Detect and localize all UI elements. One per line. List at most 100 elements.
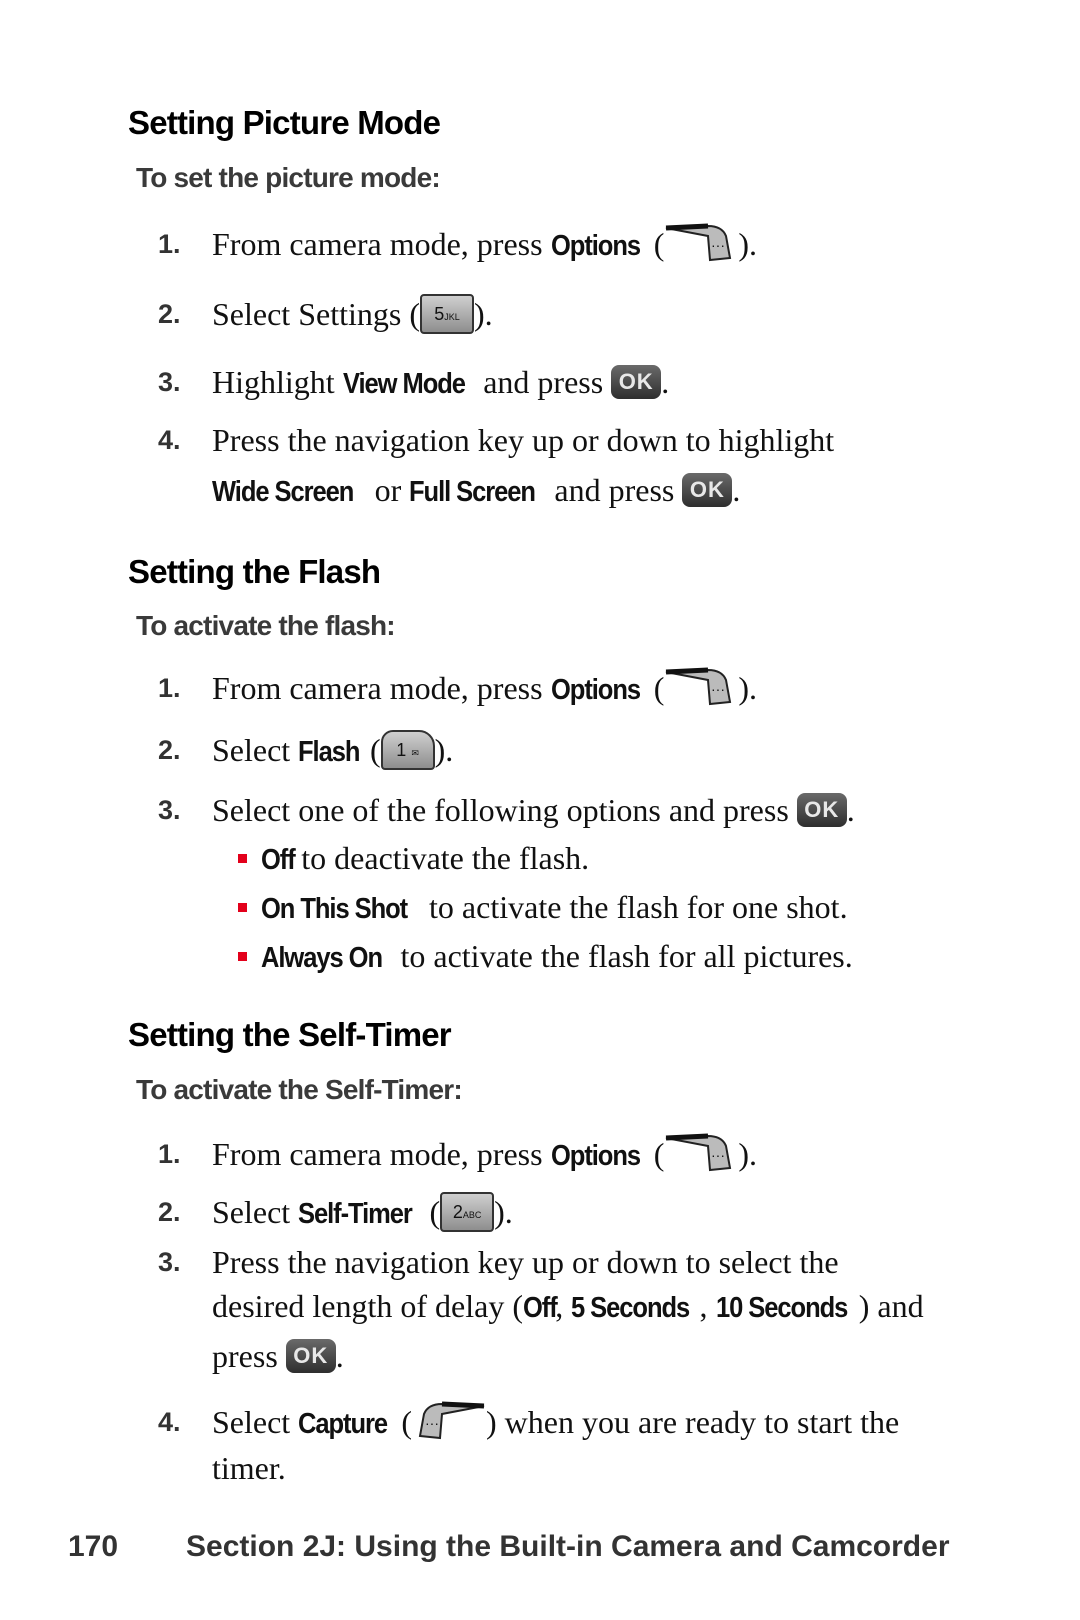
step-text-end: ). [738,226,758,262]
step-number: 1. [158,673,181,703]
section-title: Setting the Self-Timer [128,1016,452,1053]
paren: ( [645,226,665,262]
step-text: timer. [212,1449,286,1486]
step-number: 2. [158,1197,181,1227]
step-text: From camera mode, press [212,670,551,706]
step-text: Select one of the following options and … [212,792,797,828]
step-text: Highlight [212,364,343,400]
step-bold: Flash [298,736,360,768]
step-bold: Options [550,674,641,706]
bullet-icon [238,952,247,962]
step-text-end: ). [473,296,493,332]
step-bold: Capture [298,1408,388,1440]
paren: ( [361,732,381,768]
svg-text:···: ··· [425,1415,439,1431]
options-softkey-icon: ··· [664,666,738,706]
section-subtitle: To activate the flash: [136,610,396,641]
key-label: 2 [452,1201,463,1222]
bullet-icon [238,854,247,864]
step-text: ) and [858,1288,924,1325]
section-subtitle: To activate the Self-Timer: [136,1074,463,1105]
section-title: Setting the Flash [128,553,381,590]
step-text-end: ) when you are ready to start the [486,1404,900,1440]
step-text-end: . [732,472,741,509]
option-item: Always On to activate the flash for all … [238,938,853,975]
ok-key-icon: OK [796,792,847,827]
key-sublabel: JKL [444,311,460,322]
options-glyph: ··· [711,237,725,253]
separator: , [555,1288,572,1325]
step-bold: View Mode [342,368,466,400]
key-label: 5 [434,303,445,324]
section-subtitle: To set the picture mode: [136,162,441,193]
step-number: 1. [158,229,181,259]
step-text-end: . [335,1338,344,1375]
step-text: Select [212,1194,299,1230]
option-desc: to deactivate the flash. [293,840,590,876]
step-text: Select [212,732,299,768]
separator: , [699,1288,716,1325]
step-bold: Full Screen [409,476,536,509]
step-text: or [366,472,410,509]
step-number: 3. [158,1247,181,1277]
step-text: desired length of delay ( [212,1288,523,1325]
step-bold: Wide Screen [212,476,354,509]
ok-key-icon: OK [682,472,733,507]
step-text-end: . [661,364,670,400]
step-number: 3. [158,795,181,825]
manual-page: Setting Picture Mode To set the picture … [0,0,1080,1620]
step-text: Press the navigation key up or down to s… [212,1244,839,1280]
page-footer: 170 Section 2J: Using the Built-in Camera… [68,1530,950,1564]
ok-key-icon: OK [611,364,662,399]
option-item: On This Shot to activate the flash for o… [238,889,848,926]
option-desc: to activate the flash for one shot. [421,889,848,925]
svg-text:···: ··· [711,681,725,697]
option-item: Off to deactivate the flash. [238,840,589,877]
bullet-icon [238,903,247,913]
step-text: Select Settings ( [212,296,420,332]
step-number: 2. [158,735,181,765]
step-bold: 5 Seconds [571,1292,690,1325]
step-bold: Self-Timer [298,1198,413,1230]
step-text: From camera mode, press [212,226,551,262]
key-sublabel: ABC [462,1209,482,1220]
section-label: Section 2J: Using the Built-in Camera an… [186,1530,950,1563]
step-number: 4. [158,425,181,455]
page-number: 170 [68,1530,119,1563]
step-text-end: ). [738,670,758,706]
option-name: Off [261,844,296,876]
key-1-icon: 1 ✉ [380,729,435,770]
step-bold: Options [550,230,641,262]
step-bold: Off [523,1292,558,1325]
paren: ( [645,670,665,706]
paren: ( [645,1136,665,1172]
paren: ( [393,1404,413,1440]
step-text: Press the navigation key up or down to h… [212,422,835,458]
option-desc: to activate the flash for all pictures. [392,938,853,974]
key-2-icon: 2ABC [440,1191,495,1232]
step-text: Select [212,1404,299,1440]
key-label: 1 [396,739,407,760]
svg-text:···: ··· [711,1147,725,1163]
step-text-end: ). [494,1194,513,1230]
section-title: Setting Picture Mode [128,104,441,141]
step-text: and press [475,364,612,400]
option-name: On This Shot [261,893,408,925]
ok-key-icon: OK [285,1338,336,1373]
step-text-end: . [846,792,855,828]
options-softkey-icon: ··· [664,1132,738,1172]
step-text: From camera mode, press [212,1136,551,1172]
key-5-icon: 5JKL [419,293,474,334]
step-text: press [212,1338,286,1375]
step-text: and press [546,472,683,509]
capture-softkey-icon: ··· [412,1400,486,1440]
step-number: 3. [158,367,181,397]
step-number: 4. [158,1407,181,1437]
step-text-end: ). [738,1136,758,1172]
options-softkey-icon: ··· [664,222,738,262]
step-bold: 10 Seconds [715,1292,848,1325]
step-number: 1. [158,1139,181,1169]
step-text-end: ). [434,732,454,768]
option-name: Always On [261,942,383,974]
voicemail-icon: ✉ [411,747,419,758]
